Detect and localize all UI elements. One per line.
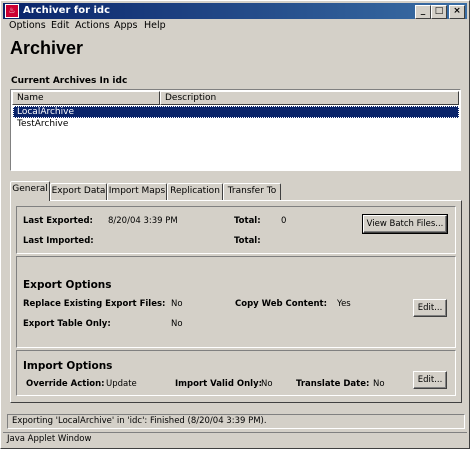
translate-date-label: Translate Date:	[296, 379, 370, 389]
menu-edit[interactable]: Edit	[51, 20, 69, 32]
archiver-window: ♨ Archiver for idc _ □ × Options Edit Ac…	[0, 0, 470, 449]
import-options-section: Import Options Override Action: Update I…	[16, 350, 456, 396]
translate-date-value: No	[373, 379, 385, 389]
view-batch-files-button[interactable]: View Batch Files...	[362, 214, 448, 234]
page-title: Archiver	[10, 38, 84, 58]
total-imported-label: Total:	[234, 236, 261, 246]
last-imported-label: Last Imported:	[23, 236, 94, 246]
menu-apps[interactable]: Apps	[114, 20, 138, 32]
archive-name: LocalArchive	[17, 107, 75, 117]
archive-row-local[interactable]: LocalArchive	[13, 106, 459, 118]
window-title: Archiver for idc	[23, 5, 111, 16]
tab-transfer-to[interactable]: Transfer To	[223, 183, 281, 200]
replace-existing-value: No	[171, 299, 183, 309]
menu-options[interactable]: Options	[9, 20, 46, 32]
status-section: Last Exported: 8/20/04 3:39 PM Total: 0 …	[16, 206, 456, 254]
export-table-only-label: Export Table Only:	[23, 319, 111, 329]
import-valid-only-value: No	[261, 379, 273, 389]
menu-help[interactable]: Help	[144, 20, 166, 32]
column-header-name[interactable]: Name	[12, 91, 160, 105]
applet-window-label: Java Applet Window	[3, 432, 467, 446]
menu-actions[interactable]: Actions	[75, 20, 110, 32]
export-table-only-value: No	[171, 319, 183, 329]
menu-bar: Options Edit Actions Apps Help	[3, 19, 467, 33]
column-header-description[interactable]: Description	[160, 91, 459, 105]
archive-row-test[interactable]: TestArchive	[13, 118, 459, 130]
minimize-button[interactable]: _	[415, 5, 431, 19]
general-panel: Last Exported: 8/20/04 3:39 PM Total: 0 …	[10, 200, 462, 403]
override-action-label: Override Action:	[26, 379, 105, 389]
last-exported-value: 8/20/04 3:39 PM	[108, 216, 178, 226]
import-edit-button[interactable]: Edit...	[413, 371, 447, 389]
import-valid-only-label: Import Valid Only:	[175, 379, 263, 389]
archives-label: Current Archives In idc	[11, 76, 128, 86]
export-options-title: Export Options	[23, 279, 112, 291]
tab-replication[interactable]: Replication	[167, 183, 223, 200]
override-action-value: Update	[106, 379, 137, 389]
archive-name: TestArchive	[17, 119, 69, 129]
replace-existing-label: Replace Existing Export Files:	[23, 299, 166, 309]
archives-list[interactable]: Name Description LocalArchive TestArchiv…	[10, 89, 461, 171]
total-exported-label: Total:	[234, 216, 261, 226]
import-options-title: Import Options	[23, 360, 113, 372]
last-exported-label: Last Exported:	[23, 216, 93, 226]
copy-web-content-value: Yes	[337, 299, 351, 309]
total-exported-value: 0	[281, 216, 287, 226]
java-app-icon: ♨	[5, 4, 19, 18]
tab-general[interactable]: General	[10, 181, 50, 201]
copy-web-content-label: Copy Web Content:	[235, 299, 328, 309]
title-bar[interactable]: ♨ Archiver for idc _ □ ×	[3, 3, 467, 19]
maximize-button[interactable]: □	[431, 5, 447, 19]
status-bar: Exporting 'LocalArchive' in 'idc': Finis…	[7, 414, 465, 429]
tab-import-maps[interactable]: Import Maps	[107, 183, 167, 200]
export-edit-button[interactable]: Edit...	[413, 299, 447, 317]
tab-export-data[interactable]: Export Data	[50, 183, 107, 200]
close-button[interactable]: ×	[449, 5, 465, 19]
export-options-section: Export Options Replace Existing Export F…	[16, 256, 456, 348]
